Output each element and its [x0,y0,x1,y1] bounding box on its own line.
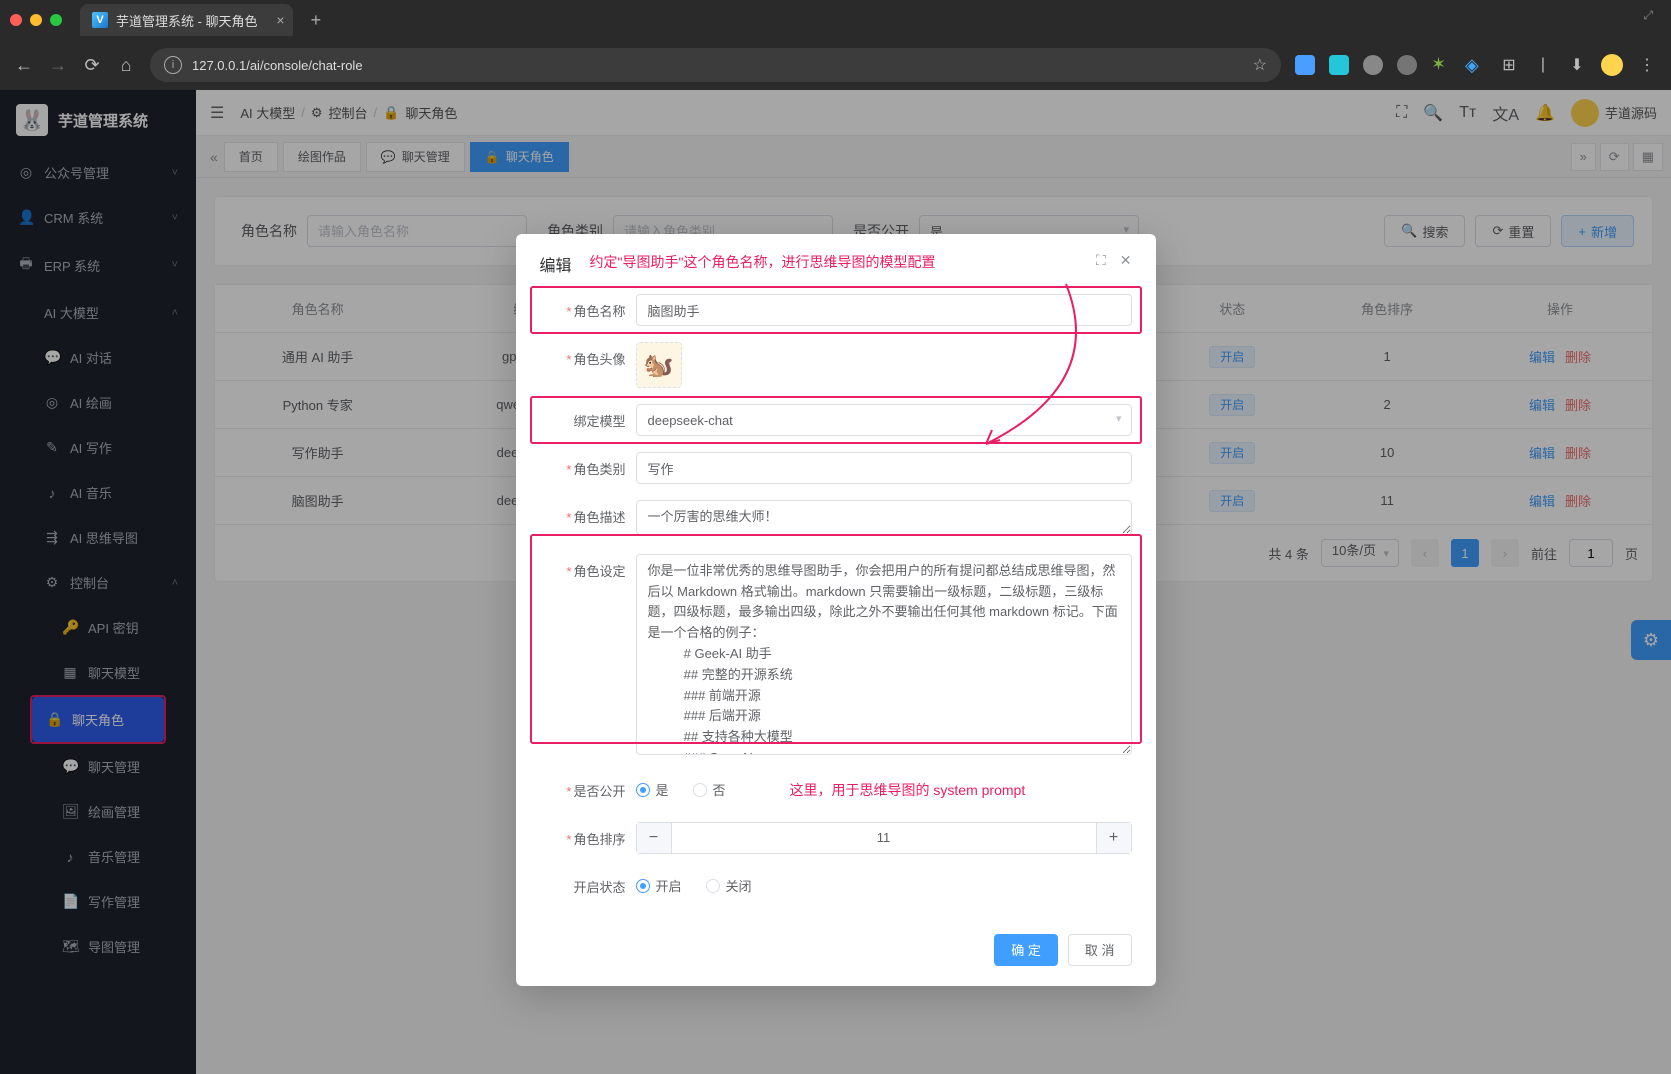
extension-icon[interactable]: ◈ [1465,55,1485,75]
window-expand-icon[interactable]: ⤢ [1643,8,1653,23]
form-pub-label: 是否公开 [573,784,625,799]
reload-icon[interactable]: ⟳ [82,55,102,76]
url-text: 127.0.0.1/ai/console/chat-role [192,58,1243,73]
avatar-upload[interactable]: 🐿️ [636,342,682,388]
form-cat-label: 角色类别 [573,462,625,477]
status-off-radio[interactable]: 关闭 [706,876,752,895]
minimize-window-icon[interactable] [30,14,42,26]
site-info-icon[interactable]: i [164,56,182,74]
annotation-bottom: 这里，用于思维导图的 system prompt [790,780,1132,800]
maximize-window-icon[interactable] [50,14,62,26]
menu-icon[interactable]: ⋮ [1637,55,1657,75]
extension-icon[interactable] [1329,55,1349,75]
new-tab-icon[interactable]: + [301,10,332,31]
form-sort-label: 角色排序 [573,832,625,847]
browser-chrome: V 芋道管理系统 - 聊天角色 × + ← → ⟳ ⌂ i 127.0.0.1/… [0,0,1671,90]
form-name-label: 角色名称 [573,304,625,319]
public-yes-radio[interactable]: 是 [636,780,669,799]
close-tab-icon[interactable]: × [276,12,284,28]
role-system-input[interactable] [636,554,1132,755]
extensions-icon[interactable]: ⊞ [1499,55,1519,75]
bookmark-icon[interactable]: ☆ [1253,55,1267,75]
annotation-top: 约定"导图助手"这个角色名称，进行思维导图的模型配置 [590,252,1096,272]
window-controls[interactable] [10,14,62,26]
browser-tab-title: 芋道管理系统 - 聊天角色 [116,11,258,30]
divider-icon: | [1533,56,1553,74]
close-window-icon[interactable] [10,14,22,26]
edit-modal: 编辑 约定"导图助手"这个角色名称，进行思维导图的模型配置 ⛶ ✕ *角色名称 … [516,234,1156,986]
form-model-label: 绑定模型 [573,414,625,429]
fullscreen-icon[interactable]: ⛶ [1096,252,1106,269]
cancel-button[interactable]: 取 消 [1068,934,1132,966]
extension-icon[interactable]: ✶ [1431,55,1451,75]
sort-stepper[interactable]: −+ [636,822,1132,854]
form-desc-label: 角色描述 [573,510,625,525]
role-name-input[interactable] [636,294,1132,326]
modal-title: 编辑 [540,252,572,276]
form-avatar-label: 角色头像 [573,352,625,367]
browser-tab[interactable]: V 芋道管理系统 - 聊天角色 × [80,4,293,36]
home-icon[interactable]: ⌂ [116,55,136,76]
extension-icon[interactable] [1295,55,1315,75]
profile-avatar-icon[interactable] [1601,54,1623,76]
radio-label: 开启 [656,876,682,895]
public-no-radio[interactable]: 否 [693,780,726,799]
stepper-plus[interactable]: + [1097,823,1131,853]
form-status-label: 开启状态 [573,880,625,895]
form-sys-label: 角色设定 [573,564,625,579]
back-icon[interactable]: ← [14,55,34,76]
role-desc-input[interactable] [636,500,1132,535]
sort-input[interactable] [671,823,1097,853]
ok-button[interactable]: 确 定 [994,934,1058,966]
url-bar[interactable]: i 127.0.0.1/ai/console/chat-role ☆ [150,48,1281,82]
radio-label: 关闭 [726,876,752,895]
bind-model-select[interactable] [636,404,1132,436]
stepper-minus[interactable]: − [637,823,671,853]
role-cat-input[interactable] [636,452,1132,484]
forward-icon[interactable]: → [48,55,68,76]
favicon-icon: V [92,12,108,28]
status-on-radio[interactable]: 开启 [636,876,682,895]
radio-label: 是 [656,780,669,799]
extension-icon[interactable] [1397,55,1417,75]
close-icon[interactable]: ✕ [1120,252,1132,269]
extension-icon[interactable] [1363,55,1383,75]
download-icon[interactable]: ⬇ [1567,55,1587,75]
radio-label: 否 [713,780,726,799]
